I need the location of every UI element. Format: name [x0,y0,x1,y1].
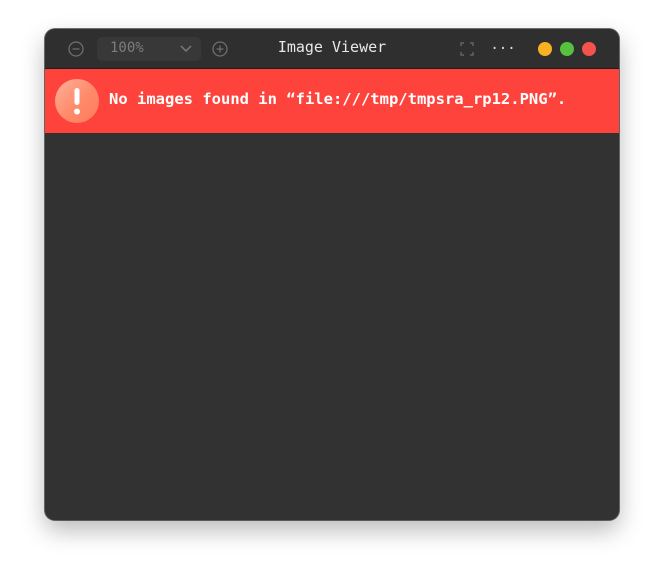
close-button[interactable] [582,42,596,56]
alert-icon [55,79,99,123]
minus-circle-icon [68,41,84,57]
fullscreen-icon [460,42,474,56]
zoom-in-button[interactable] [211,40,229,58]
zoom-level: 100% [110,40,144,56]
plus-circle-icon [212,41,228,57]
zoom-selector[interactable]: 100% [97,37,201,61]
zoom-out-button[interactable] [67,40,85,58]
more-options-button[interactable]: ··· [490,41,516,57]
image-canvas[interactable] [45,133,619,520]
window-title: Image Viewer [277,38,387,56]
error-message: No images found in “file:///tmp/tmpsra_r… [109,90,567,108]
titlebar[interactable]: 100% Image Viewer ··· [45,29,619,69]
chevron-down-icon[interactable] [179,43,193,55]
exclamation-icon [74,88,80,115]
fullscreen-button[interactable] [459,41,475,57]
error-banner: No images found in “file:///tmp/tmpsra_r… [45,69,619,133]
minimize-button[interactable] [538,42,552,56]
maximize-button[interactable] [560,42,574,56]
image-viewer-window: 100% Image Viewer ··· No images found in… [45,29,619,520]
more-horizontal-icon: ··· [490,41,516,57]
